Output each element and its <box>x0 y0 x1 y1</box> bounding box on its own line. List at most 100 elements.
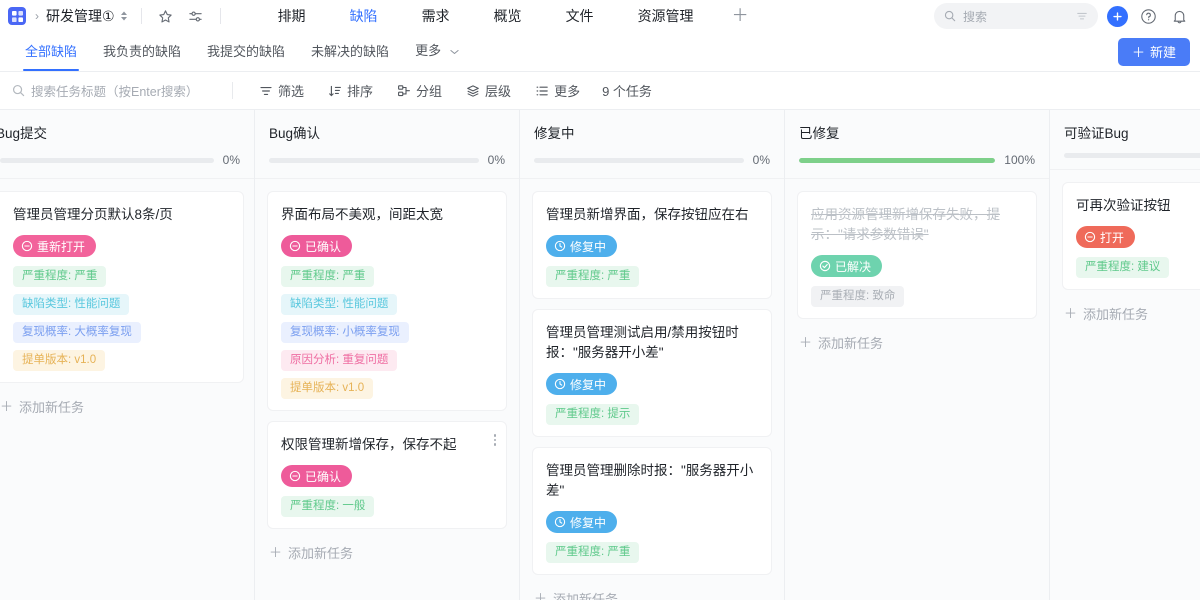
subtab-my-assigned[interactable]: 我负责的缺陷 <box>90 32 194 71</box>
task-card[interactable]: 权限管理新增保存，保存不起已确认严重程度: 一般 <box>267 421 507 529</box>
task-tag[interactable]: 严重程度: 建议 <box>1076 257 1170 278</box>
new-defect-button[interactable]: ＋ 新建 <box>1117 37 1190 66</box>
filter-button[interactable]: 筛选 <box>247 81 316 100</box>
hierarchy-button[interactable]: 层级 <box>454 81 523 100</box>
task-card-title: 管理员管理测试启用/禁用按钮时报："服务器开小差" <box>546 325 739 360</box>
task-tag[interactable]: 严重程度: 一般 <box>281 496 375 517</box>
tab-quexian[interactable]: 缺陷 <box>328 0 400 32</box>
task-tag[interactable]: 提单版本: v1.0 <box>281 378 374 399</box>
status-badge-label: 修复中 <box>570 377 607 392</box>
add-tab-button[interactable]: ＋ <box>716 0 765 32</box>
task-card[interactable]: 应用资源管理新增保存失败，提示："请求参数错误" 已解决 严重程度: 致命 <box>797 191 1037 319</box>
status-badge-label: 修复中 <box>570 515 607 530</box>
main-nav-tabs: 排期 缺陷 需求 概览 文件 资源管理 ＋ <box>256 0 765 32</box>
add-task-button[interactable]: ＋ 添加新任务 <box>0 393 244 416</box>
task-card-title: 权限管理新增保存，保存不起 <box>281 437 457 452</box>
task-tag[interactable]: 严重程度: 严重 <box>546 542 640 563</box>
board-toolbar: 搜索任务标题（按Enter搜索） 筛选 排序 分组 层级 更多 9 个任务 <box>0 72 1200 110</box>
tab-xuqiu[interactable]: 需求 <box>400 0 472 32</box>
task-search-input[interactable]: 搜索任务标题（按Enter搜索） <box>12 81 224 100</box>
status-badge[interactable]: 已确认 <box>281 465 353 487</box>
question-circle-icon[interactable] <box>1137 5 1159 27</box>
task-tag[interactable]: 缺陷类型: 性能问题 <box>281 294 398 315</box>
task-tag[interactable]: 复现概率: 大概率复现 <box>13 322 141 343</box>
status-badge[interactable]: 已解决 <box>811 255 883 277</box>
add-task-button[interactable]: ＋ 添加新任务 <box>1062 300 1200 323</box>
subtab-unresolved[interactable]: 未解决的缺陷 <box>298 32 402 71</box>
kanban-column: 已修复 100% 应用资源管理新增保存失败，提示："请求参数错误" 已解决 严重程度: … <box>785 110 1050 600</box>
task-tag[interactable]: 原因分析: 重复问题 <box>281 350 398 371</box>
task-card-tags: 严重程度: 一般 <box>281 496 493 517</box>
task-tag[interactable]: 缺陷类型: 性能问题 <box>13 294 130 315</box>
column-cards: 管理员新增界面，保存按钮应在右 修复中 严重程度: 严重 管理员管理测试启用/禁用按钮… <box>520 178 784 600</box>
progress-bar <box>0 157 214 163</box>
task-card[interactable]: 管理员新增界面，保存按钮应在右修复中严重程度: 严重 <box>532 191 772 299</box>
status-badge[interactable]: 修复中 <box>546 235 618 257</box>
task-search-placeholder: 搜索任务标题（按Enter搜索） <box>31 85 199 99</box>
status-badge[interactable]: 修复中 <box>546 511 618 533</box>
column-title: Bug确认 <box>269 126 321 141</box>
task-card[interactable]: 管理员管理分页默认8条/页 重新打开 严重程度: 严重 缺陷类型: 性能问题 复现概率:… <box>0 191 244 383</box>
page-title[interactable]: 研发管理① <box>46 6 115 26</box>
status-badge[interactable]: 重新打开 <box>13 235 97 257</box>
more-label: 更多 <box>554 84 581 99</box>
task-tag[interactable]: 严重程度: 致命 <box>811 286 905 307</box>
star-icon[interactable] <box>155 5 177 27</box>
add-task-button[interactable]: ＋ 添加新任务 <box>797 329 1037 352</box>
task-tag[interactable]: 严重程度: 严重 <box>13 266 107 287</box>
status-badge[interactable]: 修复中 <box>546 373 618 395</box>
sliders-icon[interactable] <box>185 5 207 27</box>
task-card[interactable]: 管理员管理测试启用/禁用按钮时报："服务器开小差" 修复中严重程度: 提示 <box>532 309 772 437</box>
task-card-tags: 严重程度: 严重缺陷类型: 性能问题 复现概率: 大概率复现 提单版本: v1.0 <box>13 266 230 371</box>
divider <box>140 8 142 24</box>
add-task-button[interactable]: ＋ 添加新任务 <box>267 539 507 562</box>
task-tag[interactable]: 复现概率: 小概率复现 <box>281 322 409 343</box>
task-tag[interactable]: 严重程度: 提示 <box>546 404 640 425</box>
subtab-my-submitted[interactable]: 我提交的缺陷 <box>194 32 298 71</box>
add-task-button[interactable]: ＋ 添加新任务 <box>532 585 772 600</box>
task-card-title: 管理员新增界面，保存按钮应在右 <box>546 207 749 222</box>
task-card[interactable]: 可再次验证按钮 打开 严重程度: 建议 <box>1062 182 1200 290</box>
column-title: 已修复 <box>799 126 840 141</box>
plus-icon: ＋ <box>269 545 283 560</box>
column-progress: 100% <box>799 153 1035 178</box>
group-button[interactable]: 分组 <box>385 81 454 100</box>
task-card[interactable]: 管理员管理删除时报："服务器开小差" 修复中 严重程度: 严重 <box>532 447 772 575</box>
sort-button[interactable]: 排序 <box>316 81 385 100</box>
task-count: 9 个任务 <box>602 84 652 99</box>
divider <box>232 82 233 99</box>
chevron-updown-icon[interactable] <box>120 10 128 22</box>
subtab-more[interactable]: 更多 <box>402 31 472 72</box>
tab-ziyuanguanli[interactable]: 资源管理 <box>616 0 716 32</box>
tab-gailan[interactable]: 概览 <box>472 0 544 32</box>
column-progress <box>1064 153 1200 169</box>
column-title: 可验证Bug <box>1064 126 1129 141</box>
progress-percent: 0% <box>222 153 240 167</box>
task-card[interactable]: 界面布局不美观，间距太宽 已确认 严重程度: 严重 缺陷类型: 性能问题 复现概率: 小… <box>267 191 507 411</box>
status-badge[interactable]: 打开 <box>1076 226 1136 248</box>
add-task-label: 添加新任务 <box>553 592 619 600</box>
search-input[interactable]: 搜索 <box>934 3 1098 29</box>
plus-circle-icon[interactable] <box>1107 5 1128 27</box>
more-button[interactable]: 更多 <box>523 81 592 100</box>
status-badge[interactable]: 已确认 <box>281 235 353 257</box>
progress-bar <box>799 157 996 163</box>
tab-wenjian[interactable]: 文件 <box>544 0 616 32</box>
kanban-column: 修复中 0% 管理员新增界面，保存按钮应在右 修复中 严重程度: 严重 管理员管理测试启用… <box>520 110 785 600</box>
subtab-all-defects[interactable]: 全部缺陷 <box>12 32 90 71</box>
subtab-more-label: 更多 <box>415 43 442 58</box>
bell-icon[interactable] <box>1168 5 1190 27</box>
column-title: 修复中 <box>534 126 575 141</box>
task-tag[interactable]: 提单版本: v1.0 <box>13 350 106 371</box>
task-card-tags: 严重程度: 严重 <box>546 542 758 563</box>
column-header: Bug提交 0% <box>0 110 254 178</box>
breadcrumb-separator: › <box>35 9 39 23</box>
filter-tabs-bar: 全部缺陷 我负责的缺陷 我提交的缺陷 未解决的缺陷 更多 ＋ 新建 <box>0 32 1200 72</box>
task-tag[interactable]: 严重程度: 严重 <box>546 266 640 287</box>
add-task-label: 添加新任务 <box>19 400 85 415</box>
task-tag[interactable]: 严重程度: 严重 <box>281 266 375 287</box>
minus-circle-icon <box>289 470 301 482</box>
app-grid-icon[interactable] <box>8 7 26 25</box>
tab-paiqi[interactable]: 排期 <box>256 0 328 32</box>
card-more-icon[interactable] <box>493 434 496 446</box>
